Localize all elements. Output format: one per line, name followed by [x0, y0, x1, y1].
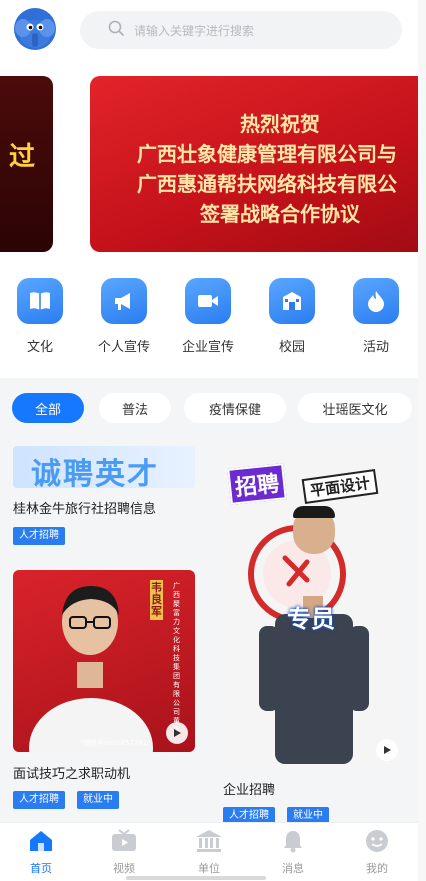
video-camera-icon — [185, 278, 231, 324]
quick-item-enterprise-promo[interactable]: 企业宣传 — [178, 278, 238, 355]
person-portrait-illustration — [29, 586, 153, 752]
tv-icon — [112, 829, 136, 851]
quick-menu: 文化 个人宣传 企业宣传 校园 活动 — [0, 266, 418, 378]
feed-card-1-banner-text: 诚聘英才 — [31, 457, 159, 488]
tab-epidemic-health[interactable]: 疫情保健 — [184, 393, 286, 423]
feed-card-3-image[interactable]: 招聘 平面设计 专员 — [223, 446, 405, 768]
home-icon — [30, 831, 52, 851]
quick-label: 校园 — [278, 340, 305, 355]
book-icon — [17, 278, 63, 324]
person-hair — [293, 506, 335, 518]
feed-card-2-tag-2: 就业中 — [77, 791, 119, 809]
feed-card-1-title[interactable]: 桂林金牛旅行社招聘信息 — [13, 498, 156, 517]
nav-label: 单位 — [198, 862, 220, 875]
feed-card-3-sticker-recruit: 招聘 — [227, 463, 287, 505]
banner-line-2: 广西壮象健康管理有限公司与 — [137, 142, 397, 166]
bottom-navigation: 首页 视频 单位 消息 我的 — [0, 822, 418, 881]
scrollbar[interactable] — [418, 0, 426, 881]
quick-label: 活动 — [362, 340, 389, 355]
quick-item-personal-promo[interactable]: 个人宣传 — [94, 278, 154, 355]
feed-card-2-tag-1: 人才招聘 — [13, 791, 65, 809]
megaphone-icon — [101, 278, 147, 324]
feed-card-2-watermark: 微信号wei1857781 — [83, 739, 148, 747]
nav-label: 消息 — [282, 862, 304, 875]
nav-video[interactable]: 视频 — [94, 829, 154, 876]
quick-label: 个人宣传 — [97, 340, 150, 355]
top-header: 请输入关键字进行搜索 — [0, 0, 418, 70]
banner-slide-previous[interactable]: 过 — [0, 76, 53, 252]
feed-card-2-image[interactable]: 韦良军 广西聚富力文化科技集团有限公司董事长 微信号wei1857781 — [13, 570, 195, 752]
tab-zhuang-yao-medicine[interactable]: 壮瑶医文化 — [298, 393, 412, 423]
play-icon[interactable] — [166, 722, 188, 744]
banner-prev-text: 过 — [8, 142, 35, 172]
quick-label: 企业宣传 — [181, 340, 234, 355]
banner-carousel[interactable]: 过 热烈祝贺 广西壮象健康管理有限公司与 广西惠通帮扶网络科技有限公 签署战略合… — [0, 70, 418, 266]
user-face-icon — [366, 830, 388, 852]
tab-all[interactable]: 全部 — [12, 393, 84, 423]
banner-slide-current[interactable]: 热烈祝贺 广西壮象健康管理有限公司与 广西惠通帮扶网络科技有限公 签署战略合作协… — [90, 76, 418, 252]
search-bar[interactable]: 请输入关键字进行搜索 — [80, 11, 402, 49]
tab-law[interactable]: 普法 — [99, 393, 171, 423]
feed-card-2-name-tag: 韦良军 — [150, 580, 163, 620]
nav-unit[interactable]: 单位 — [179, 829, 239, 876]
play-icon[interactable] — [376, 739, 398, 761]
feed-card-1-image[interactable]: 诚聘英才 — [13, 446, 195, 488]
feed-card-3-overlay-text: 专员 — [287, 605, 335, 633]
banner-line-4: 签署战略合作协议 — [200, 202, 360, 226]
nav-messages[interactable]: 消息 — [263, 829, 323, 876]
nav-label: 视频 — [113, 862, 135, 875]
nav-label: 我的 — [366, 862, 388, 875]
quick-label: 文化 — [26, 340, 53, 355]
home-indicator — [126, 876, 266, 880]
category-tabs: 全部 普法 疫情保健 壮瑶医文化 — [0, 378, 418, 440]
quick-item-campus[interactable]: 校园 — [262, 278, 322, 355]
banner-line-3: 广西惠通帮扶网络科技有限公 — [137, 172, 397, 196]
nav-home[interactable]: 首页 — [11, 829, 71, 876]
bell-icon — [284, 831, 302, 853]
banner-line-1: 热烈祝贺 — [240, 112, 320, 136]
search-icon — [108, 20, 124, 40]
avatar[interactable] — [14, 8, 56, 50]
quick-item-culture[interactable]: 文化 — [10, 278, 70, 355]
quick-item-activity[interactable]: 活动 — [346, 278, 406, 355]
flame-icon — [353, 278, 399, 324]
school-building-icon — [269, 278, 315, 324]
feed-card-1-tag: 人才招聘 — [13, 527, 65, 545]
institution-icon — [196, 830, 222, 852]
feed-card-2-title[interactable]: 面试技巧之求职动机 — [13, 763, 130, 782]
feed-card-3-title[interactable]: 企业招聘 — [223, 779, 275, 798]
feed-card-2-side-text: 广西聚富力文化科技集团有限公司董事长 — [173, 582, 180, 732]
search-placeholder: 请输入关键字进行搜索 — [134, 23, 255, 38]
nav-label: 首页 — [30, 862, 52, 875]
nav-mine[interactable]: 我的 — [347, 829, 407, 876]
